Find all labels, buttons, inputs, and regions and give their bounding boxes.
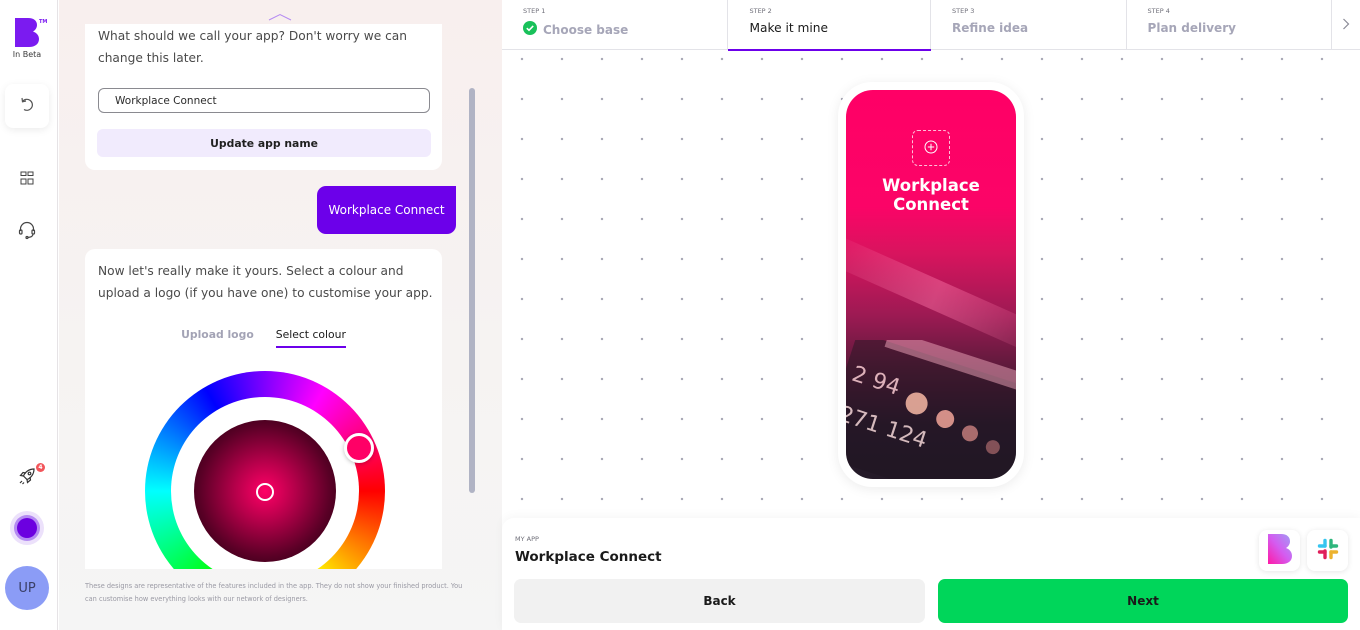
next-steps-button[interactable] [1332,0,1360,49]
phone-app-title: Workplace Connect [882,176,980,214]
app-name-card: What should we call your app? Don't worr… [85,24,442,170]
notification-badge: 4 [36,463,45,472]
tab-select-colour[interactable]: Select colour [275,328,346,348]
customise-tabs: Upload logo Select colour [85,328,442,348]
launch-button[interactable] [15,466,39,490]
icon-rail: TM In Beta 4 UP [0,0,58,630]
update-app-name-button[interactable]: Update app name [97,129,431,157]
customise-prompt: Now let's really make it yours. Select a… [98,264,433,300]
back-button[interactable]: Back [514,579,925,623]
app-name-prompt: What should we call your app? Don't worr… [98,29,407,65]
builder-integration-button[interactable] [1259,530,1300,571]
step-label: Refine idea [952,21,1029,35]
phone-screen: 2 94 271 124 Workplace Connect [846,90,1016,479]
preview-canvas: STEP 1 Choose base STEP 2 Make it mine S… [502,0,1360,630]
step-number: STEP 1 [523,7,546,15]
step-refine-idea[interactable]: STEP 3 Refine idea [931,0,1127,50]
chat-scrollbar[interactable] [469,88,475,493]
step-choose-base[interactable]: STEP 1 Choose base [502,0,729,50]
scoreboard-image: 2 94 271 124 [846,340,1016,479]
app-name-input[interactable] [98,88,430,113]
hue-handle[interactable] [344,433,374,463]
chevron-right-icon [1342,15,1350,34]
next-button[interactable]: Next [938,579,1348,623]
check-circle-icon [523,21,537,38]
undo-button[interactable] [5,84,49,128]
phone-preview: 2 94 271 124 Workplace Connect [838,82,1024,487]
brand-logo-icon[interactable] [15,18,39,47]
builder-logo-icon [1267,533,1292,568]
bottom-bar: MY APP Workplace Connect Back Next [502,518,1360,630]
theme-color-button[interactable] [10,511,44,545]
add-logo-slot[interactable] [912,130,950,166]
step-label: Choose base [543,22,629,37]
scroll-up-chevron-icon[interactable] [268,6,292,25]
plus-circle-icon [924,139,938,158]
support-button[interactable] [15,220,39,244]
step-number: STEP 4 [1147,7,1170,15]
step-navigation: STEP 1 Choose base STEP 2 Make it mine S… [502,0,1360,51]
dashboard-button[interactable] [15,167,39,191]
shade-handle[interactable] [256,483,274,501]
my-app-name: Workplace Connect [515,549,662,565]
slack-integration-button[interactable] [1307,530,1348,571]
tab-upload-logo[interactable]: Upload logo [181,328,254,348]
customise-card: Now let's really make it yours. Select a… [85,249,442,569]
beta-label: In Beta [12,50,42,59]
disclaimer-text: These designs are representative of the … [85,582,463,603]
undo-icon [19,96,35,116]
user-avatar[interactable]: UP [5,566,49,610]
step-plan-delivery[interactable]: STEP 4 Plan delivery [1127,0,1333,50]
step-label: Make it mine [749,21,828,35]
my-app-label: MY APP [515,535,539,543]
step-make-it-mine[interactable]: STEP 2 Make it mine [728,0,931,51]
slack-logo-icon [1317,538,1339,564]
step-number: STEP 3 [952,7,975,15]
theme-color-swatch [17,518,37,538]
user-reply-bubble: Workplace Connect [317,186,456,234]
chat-panel: What should we call your app? Don't worr… [59,0,502,630]
rocket-icon [17,466,37,490]
step-label: Plan delivery [1147,21,1236,35]
step-number: STEP 2 [749,7,772,15]
grid-icon [20,170,34,189]
headset-icon [17,220,37,244]
trademark-label: TM [39,19,48,25]
